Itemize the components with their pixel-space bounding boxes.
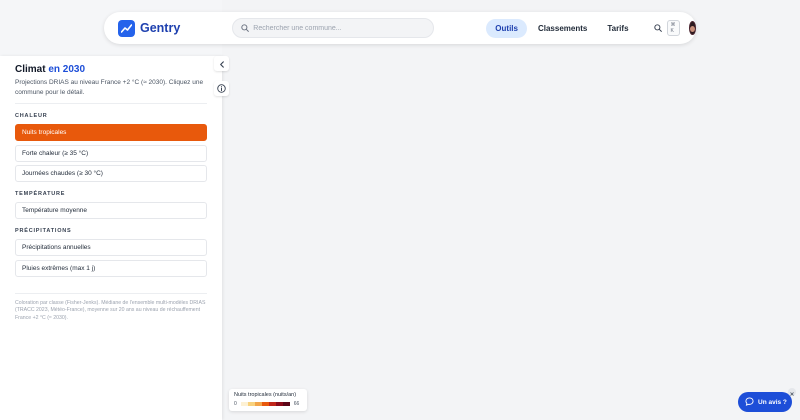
- nav-links: Outils Classements Tarifs: [486, 18, 639, 38]
- brand-logo[interactable]: Gentry: [118, 19, 181, 37]
- collapse-sidebar-button[interactable]: [214, 56, 229, 71]
- sidebar: Climat en 2030 Projections DRIAS au nive…: [0, 56, 222, 420]
- feedback-button[interactable]: Un avis ?: [738, 392, 792, 412]
- legend-scale: 0 66: [234, 401, 302, 407]
- info-button[interactable]: [214, 81, 229, 96]
- title-accent: en 2030: [48, 64, 86, 75]
- top-navbar: Gentry Outils Classements Tarifs ⌘ K: [104, 12, 696, 44]
- feedback-label: Un avis ?: [758, 398, 787, 406]
- layer-button-nuits-tropicales[interactable]: Nuits tropicales: [15, 124, 207, 141]
- nav-link-tarifs[interactable]: Tarifs: [598, 19, 637, 38]
- layer-button-pluies-extremes[interactable]: Pluies extrêmes (max 1 j): [15, 259, 207, 277]
- section-label-precipitations: PRÉCIPITATIONS: [15, 228, 72, 234]
- legend-max: 66: [293, 401, 300, 407]
- trend-chart-icon: [118, 19, 135, 37]
- search-box[interactable]: [232, 18, 435, 38]
- legend-title: Nuits tropicales (nuits/an): [234, 392, 297, 398]
- legend-swatch: [275, 402, 283, 406]
- brand-name: Gentry: [140, 21, 181, 35]
- page-title: Climat en 2030: [15, 64, 207, 75]
- nav-link-outils[interactable]: Outils: [486, 18, 527, 38]
- chat-bubble-icon: [745, 393, 754, 411]
- info-icon: [217, 80, 226, 98]
- close-icon: [790, 383, 794, 401]
- keyboard-shortcut: ⌘ K: [666, 20, 680, 36]
- nav-link-classements[interactable]: Classements: [529, 19, 596, 38]
- search-icon: [241, 19, 250, 37]
- search-icon: [653, 19, 662, 37]
- legend-swatch: [254, 402, 262, 406]
- legend-min: 0: [234, 401, 237, 407]
- section-label-chaleur: CHALEUR: [15, 113, 48, 119]
- page-subtitle: Projections DRIAS au niveau France +2 °C…: [15, 78, 207, 104]
- legend-swatch: [282, 402, 290, 406]
- legend-swatch: [247, 402, 255, 406]
- layer-button-forte-chaleur[interactable]: Forte chaleur (≥ 35 °C): [15, 144, 207, 162]
- user-avatar[interactable]: [688, 21, 696, 35]
- map-area[interactable]: [222, 0, 800, 420]
- legend-color-bar: [240, 402, 290, 406]
- command-search-button[interactable]: ⌘ K: [653, 19, 680, 37]
- layer-button-precipitations-annuelles[interactable]: Précipitations annuelles: [15, 239, 207, 256]
- chevron-left-icon: [219, 55, 225, 73]
- search-input[interactable]: [253, 24, 434, 32]
- legend-swatch: [240, 402, 248, 406]
- methodology-note: Coloration par classe (Fisher-Jenks). Mé…: [15, 292, 207, 323]
- feedback-close-button[interactable]: [788, 388, 796, 396]
- legend-swatch: [268, 402, 276, 406]
- avatar-face: [689, 25, 695, 32]
- legend-swatch: [261, 402, 269, 406]
- title-main: Climat: [15, 64, 46, 75]
- layer-button-temperature-moyenne[interactable]: Température moyenne: [15, 202, 207, 219]
- map-legend: Nuits tropicales (nuits/an) 0 66: [229, 389, 307, 411]
- section-label-temperature: TEMPÉRATURE: [15, 191, 66, 197]
- layer-button-journees-chaudes[interactable]: Journées chaudes (≥ 30 °C): [15, 165, 207, 182]
